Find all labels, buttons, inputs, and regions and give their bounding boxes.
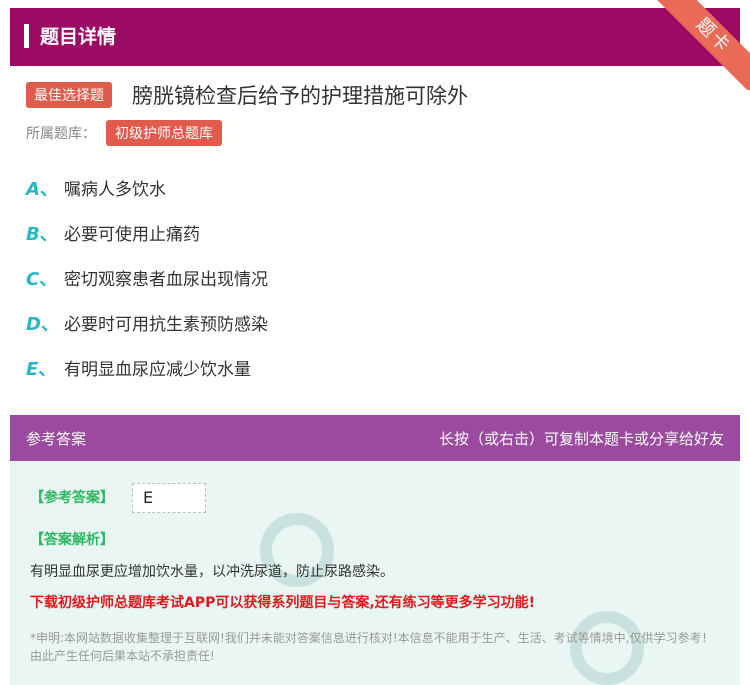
option-letter: E、 <box>26 359 57 380</box>
ribbon-label[interactable]: 题卡 <box>650 0 750 90</box>
option-letter: C、 <box>26 269 58 290</box>
option-e[interactable]: E、 有明显血尿应减少饮水量 <box>26 355 268 400</box>
option-text: 有明显血尿应减少饮水量 <box>64 360 251 380</box>
bank-link[interactable]: 初级护师总题库 <box>106 120 222 146</box>
question-type-badge: 最佳选择题 <box>26 82 112 108</box>
share-hint: 长按（或右击）可复制本题卡或分享给好友 <box>438 430 724 448</box>
analysis-text: 有明显血尿更应增加饮水量，以冲洗尿道，防止尿路感染。 <box>30 564 394 580</box>
option-text: 嘱病人多饮水 <box>64 180 166 200</box>
page-header: 题目详情 <box>10 8 740 66</box>
answer-panel: 【参考答案】 E 【答案解析】 有明显血尿更应增加饮水量，以冲洗尿道，防止尿路感… <box>10 461 740 685</box>
option-text: 密切观察患者血尿出现情况 <box>64 270 268 290</box>
option-letter: D、 <box>26 314 59 335</box>
option-d[interactable]: D、 必要时可用抗生素预防感染 <box>26 310 268 355</box>
disclaimer-text: *申明:本网站数据收集整理于互联网!我们并未能对答案信息进行核对!本信息不能用于… <box>30 631 714 663</box>
app-promo-link[interactable]: 下载初级护师总题库考试APP可以获得系列题目与答案,还有练习等更多学习功能! <box>30 592 535 612</box>
options-list: A、 嘱病人多饮水 B、 必要可使用止痛药 C、 密切观察患者血尿出现情况 D、… <box>26 175 268 400</box>
page-title: 题目详情 <box>40 26 117 48</box>
question-text: 膀胱镜检查后给予的护理措施可除外 <box>132 84 468 108</box>
answer-header: 参考答案 长按（或右击）可复制本题卡或分享给好友 <box>10 415 740 461</box>
reference-answer-value: E <box>132 483 206 513</box>
option-c[interactable]: C、 密切观察患者血尿出现情况 <box>26 265 268 310</box>
analysis-label: 【答案解析】 <box>30 532 114 548</box>
option-text: 必要时可用抗生素预防感染 <box>64 315 268 335</box>
option-b[interactable]: B、 必要可使用止痛药 <box>26 220 268 265</box>
answer-header-title: 参考答案 <box>26 430 87 448</box>
reference-answer-label: 【参考答案】 <box>30 490 114 506</box>
option-letter: A、 <box>26 179 58 200</box>
option-letter: B、 <box>26 224 58 245</box>
header-accent-bar <box>24 24 29 48</box>
option-text: 必要可使用止痛药 <box>64 225 200 245</box>
corner-ribbon[interactable]: 题卡 <box>640 0 750 90</box>
option-a[interactable]: A、 嘱病人多饮水 <box>26 175 268 220</box>
bank-label: 所属题库： <box>26 126 96 142</box>
